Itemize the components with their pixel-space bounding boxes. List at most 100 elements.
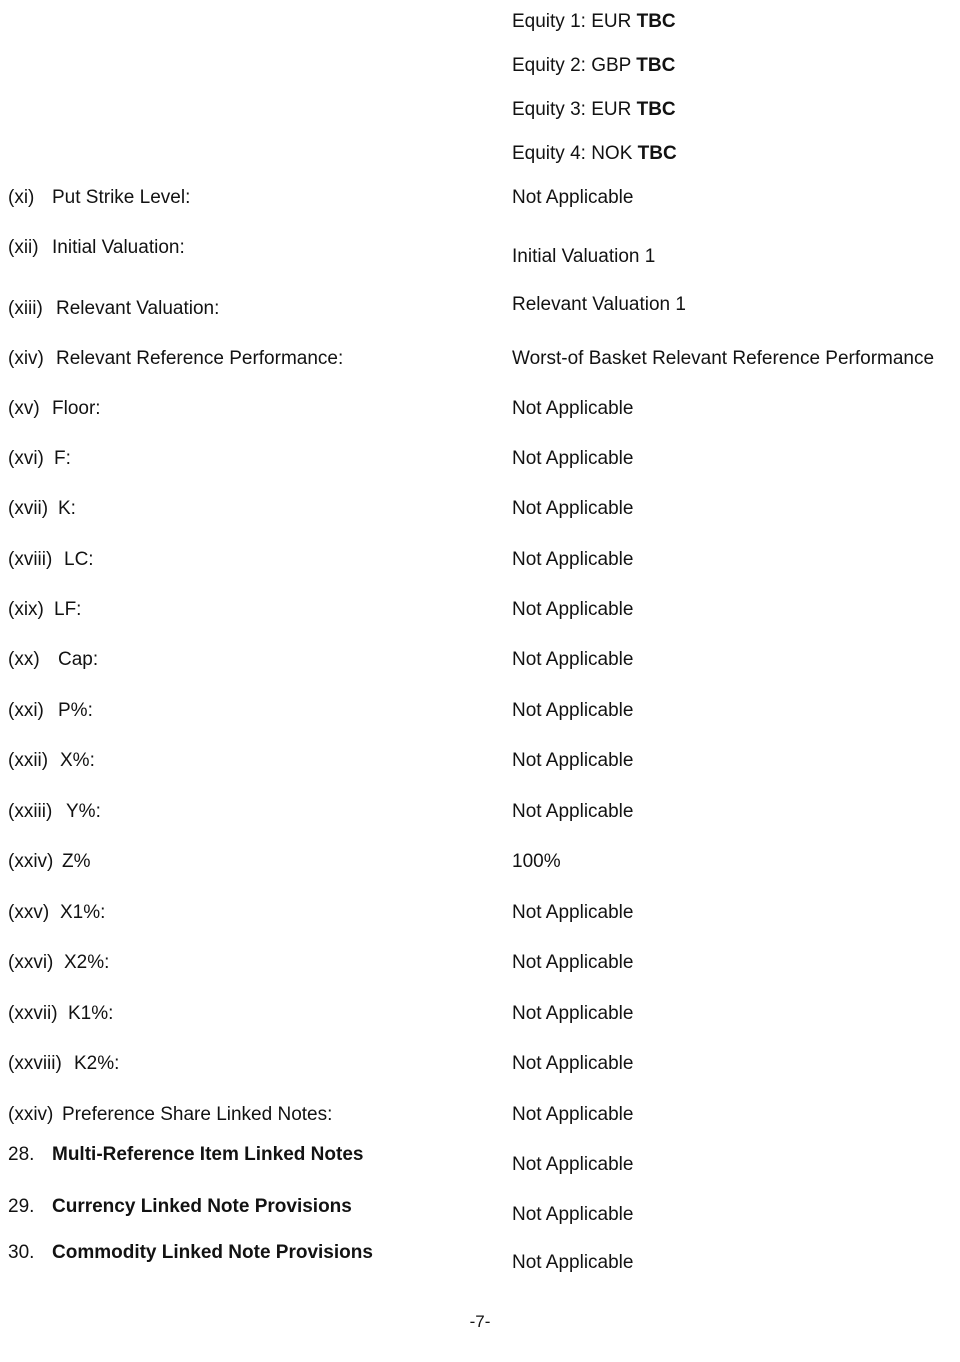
term-row-value: Not Applicable [512, 599, 634, 620]
term-row-numeral: (xxiii) [8, 801, 53, 822]
term-row: (xvi) F: Not Applicable [0, 447, 960, 477]
term-row-numeral: (xxiv) [8, 1104, 54, 1125]
term-row-numeral: (xxiv) [8, 851, 54, 872]
term-row-numeral: (xix) [8, 599, 44, 620]
term-row-label-text: Currency Linked Note Provisions [52, 1196, 352, 1217]
term-row-label: (xxiv) Z% [8, 850, 91, 874]
term-row: (xiii) Relevant Valuation: Relevant Valuat… [0, 294, 960, 327]
term-row-value: Not Applicable [512, 902, 634, 923]
term-row-numeral: (xvi) [8, 448, 44, 469]
term-row: (xix) LF: Not Applicable [0, 598, 960, 628]
term-row-label: (xxiii) Y%: [8, 800, 101, 824]
term-row-label: 29. Currency Linked Note Provisions [8, 1195, 352, 1219]
term-row: (xx) Cap: Not Applicable [0, 648, 960, 678]
term-row-label-text: P%: [58, 700, 93, 721]
term-row: 30. Commodity Linked Note Provisions Not A… [0, 1241, 960, 1273]
term-row: (xv) Floor: Not Applicable [0, 397, 960, 427]
term-row-label: (xvii) K: [8, 497, 76, 521]
equity-line: Equity 4: NOK TBC [512, 132, 952, 176]
term-row: (xxviii) K2%: Not Applicable [0, 1052, 960, 1082]
equity-line-label: Equity 3: EUR [512, 99, 632, 120]
term-row-numeral: (xxviii) [8, 1053, 62, 1074]
term-row-label-text: Multi-Reference Item Linked Notes [52, 1144, 364, 1165]
equity-line-label: Equity 1: EUR [512, 11, 632, 32]
term-row: (xi) Put Strike Level: Not Applicable [0, 186, 960, 216]
term-row-numeral: 28. [8, 1144, 35, 1165]
term-row: (xviii) LC: Not Applicable [0, 548, 960, 578]
term-row-value: Not Applicable [512, 952, 634, 973]
term-row-label: (xi) Put Strike Level: [8, 186, 190, 210]
term-row-value: Initial Valuation 1 [512, 246, 656, 267]
term-row-value: Not Applicable [512, 549, 634, 570]
term-row-value: Not Applicable [512, 1104, 634, 1125]
term-row-value: Not Applicable [512, 1003, 634, 1024]
term-row: 28. Multi-Reference Item Linked Notes Not … [0, 1143, 960, 1175]
term-row-value: Not Applicable [512, 700, 634, 721]
term-row-label: (xxvii) K1%: [8, 1002, 113, 1026]
term-row-label: (xxviii) K2%: [8, 1052, 119, 1076]
term-row: (xvii) K: Not Applicable [0, 497, 960, 527]
term-row: (xxiii) Y%: Not Applicable [0, 800, 960, 830]
term-row-label-text: Preference Share Linked Notes: [62, 1104, 333, 1125]
equity-line: Equity 3: EUR TBC [512, 88, 952, 132]
equity-line-value: TBC [637, 143, 677, 164]
page-number-footer: -7- [469, 1312, 491, 1331]
term-row-label-text: Cap: [58, 649, 99, 670]
term-row: 29. Currency Linked Note Provisions Not Ap… [0, 1195, 960, 1225]
term-row-value: Not Applicable [512, 649, 634, 670]
term-row-numeral: (xiii) [8, 298, 43, 319]
term-row-numeral: (xxvi) [8, 952, 54, 973]
term-row-label: (xv) Floor: [8, 397, 101, 421]
term-row-numeral: (xxi) [8, 700, 44, 721]
term-row-value: Not Applicable [512, 448, 634, 469]
term-row-label-text: Z% [62, 851, 91, 872]
term-row-numeral: 29. [8, 1196, 35, 1217]
term-row-label-text: Commodity Linked Note Provisions [52, 1242, 373, 1263]
equity-line-value: TBC [636, 55, 676, 76]
term-row-numeral: (xii) [8, 237, 39, 258]
term-row-numeral: (xi) [8, 187, 35, 208]
term-row-value: Not Applicable [512, 1053, 634, 1074]
term-row-label: (xx) Cap: [8, 648, 98, 672]
term-row-label: (xiii) Relevant Valuation: [8, 297, 219, 321]
term-row-numeral: (xv) [8, 398, 40, 419]
term-row-label-text: Y%: [66, 801, 101, 822]
term-row-label: 30. Commodity Linked Note Provisions [8, 1241, 373, 1265]
term-row-value: Not Applicable [512, 1252, 634, 1273]
term-row-value: Not Applicable [512, 801, 634, 822]
term-row-value: Not Applicable [512, 1204, 634, 1225]
term-row-label-text: K2%: [74, 1053, 120, 1074]
term-row-label-text: LF: [54, 599, 82, 620]
term-row-label-text: Put Strike Level: [52, 187, 191, 208]
term-row-label: (xxii) X%: [8, 749, 95, 773]
term-row: (xxvi) X2%: Not Applicable [0, 951, 960, 981]
term-row-label-text: Relevant Reference Performance: [56, 348, 344, 369]
term-row: (xii) Initial Valuation: Initial Valuation… [0, 236, 960, 267]
equity-line: Equity 2: GBP TBC [512, 44, 952, 88]
term-row-label: (xix) LF: [8, 598, 81, 622]
term-row-numeral: (xxii) [8, 750, 49, 771]
term-row-label-text: X2%: [64, 952, 110, 973]
term-row-label-text: Initial Valuation: [52, 237, 185, 258]
term-row-label: (xviii) LC: [8, 548, 94, 572]
term-row-value: Worst-of Basket Relevant Reference Perfo… [512, 348, 935, 369]
equity-line-value: TBC [636, 11, 676, 32]
term-row: (xxv) X1%: Not Applicable [0, 901, 960, 931]
term-row-numeral: (xxv) [8, 902, 50, 923]
term-row-label: (xxv) X1%: [8, 901, 105, 925]
term-row-label-text: F: [54, 448, 71, 469]
term-row-value: Not Applicable [512, 187, 634, 208]
equity-line-label: Equity 4: NOK [512, 143, 633, 164]
term-row-value: Not Applicable [512, 398, 634, 419]
term-row-value: Not Applicable [512, 1154, 634, 1175]
equity-line-value: TBC [636, 99, 676, 120]
term-row-label-text: K1%: [68, 1003, 114, 1024]
term-row-label: (xii) Initial Valuation: [8, 236, 185, 260]
equity-line-label: Equity 2: GBP [512, 55, 631, 76]
term-row: (xxiv) Preference Share Linked Notes: Not … [0, 1103, 960, 1133]
term-row-label: (xxvi) X2%: [8, 951, 109, 975]
equity-header-block: Equity 1: EUR TBC Equity 2: GBP TBC Equity… [512, 0, 952, 176]
term-row-label: (xvi) F: [8, 447, 71, 471]
term-row-label-text: Relevant Valuation: [56, 298, 220, 319]
term-row-value: 100% [512, 851, 561, 872]
